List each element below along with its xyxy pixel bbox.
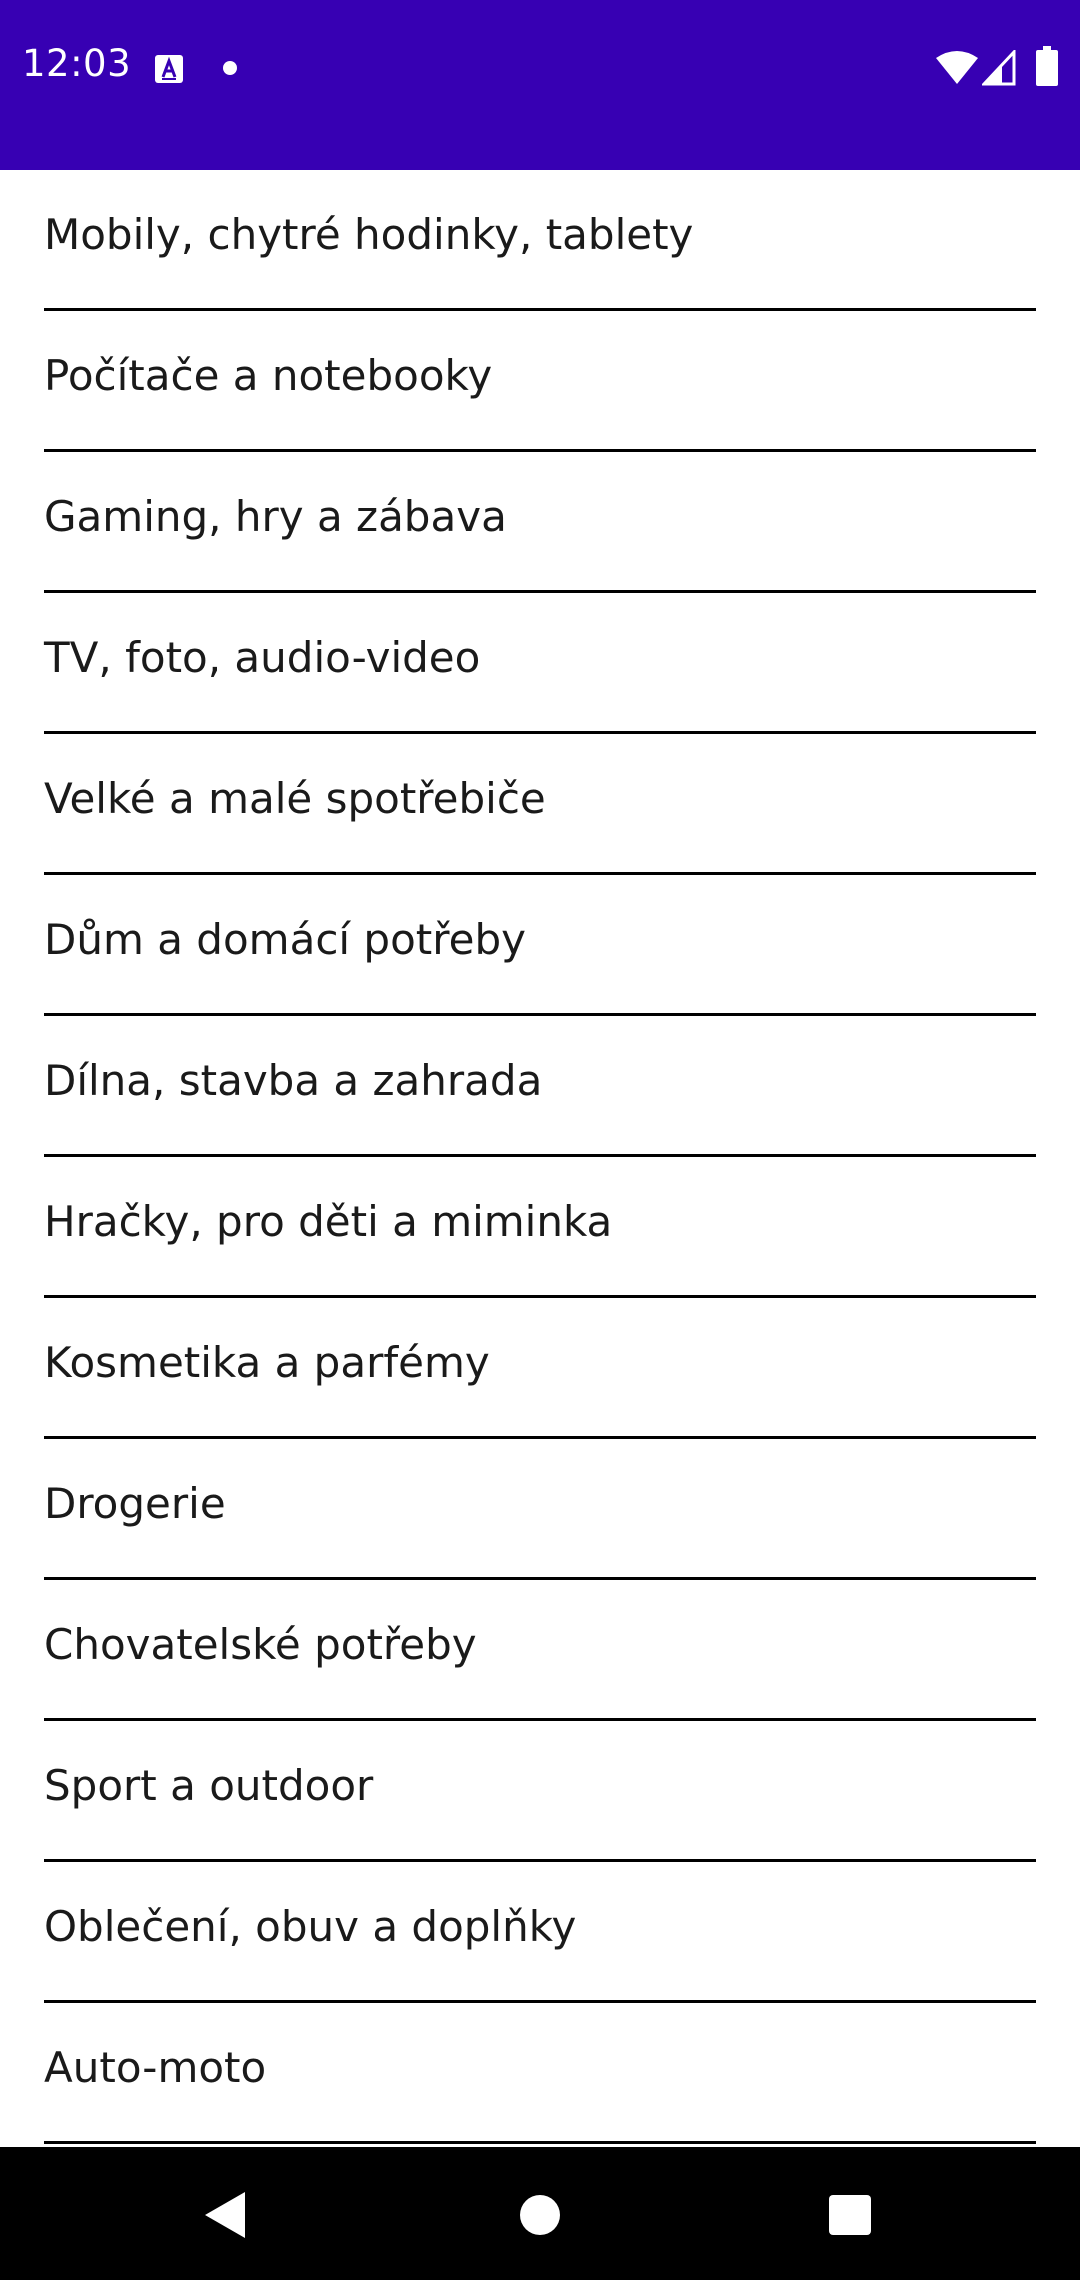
category-item[interactable]: Kosmetika a parfémy	[44, 1298, 1036, 1439]
category-item[interactable]: Gaming, hry a zábava	[44, 452, 1036, 593]
category-list: Mobily, chytré hodinky, tablety Počítače…	[0, 170, 1080, 2147]
status-time: 12:03	[22, 42, 132, 85]
back-icon[interactable]	[205, 2192, 245, 2238]
category-label: Chovatelské potřeby	[44, 1620, 477, 1669]
category-label: Počítače a notebooky	[44, 351, 493, 400]
text-a-notification-icon	[155, 55, 183, 83]
category-item[interactable]: Oblečení, obuv a doplňky	[44, 1862, 1036, 2003]
category-item[interactable]: Dům a domácí potřeby	[44, 875, 1036, 1016]
home-icon[interactable]	[520, 2195, 560, 2235]
category-label: Hračky, pro děti a miminka	[44, 1197, 613, 1246]
battery-icon	[1036, 46, 1058, 86]
category-item[interactable]: Počítače a notebooky	[44, 311, 1036, 452]
category-label: TV, foto, audio-video	[44, 633, 481, 682]
category-item[interactable]: Dílna, stavba a zahrada	[44, 1016, 1036, 1157]
category-label: Auto-moto	[44, 2043, 267, 2092]
notification-dot-icon	[223, 61, 237, 75]
recents-icon[interactable]	[829, 2195, 871, 2235]
category-label: Dům a domácí potřeby	[44, 915, 526, 964]
category-item[interactable]: TV, foto, audio-video	[44, 593, 1036, 734]
category-label: Oblečení, obuv a doplňky	[44, 1902, 577, 1951]
category-label: Velké a malé spotřebiče	[44, 774, 546, 823]
category-label: Drogerie	[44, 1479, 226, 1528]
category-item[interactable]: Auto-moto	[44, 2003, 1036, 2144]
category-label: Dílna, stavba a zahrada	[44, 1056, 543, 1105]
wifi-icon	[936, 51, 978, 84]
cell-signal-icon	[982, 50, 1016, 86]
category-item[interactable]: Hračky, pro děti a miminka	[44, 1157, 1036, 1298]
category-label: Sport a outdoor	[44, 1761, 374, 1810]
category-item[interactable]: Drogerie	[44, 1439, 1036, 1580]
category-item[interactable]: Velké a malé spotřebiče	[44, 734, 1036, 875]
category-item[interactable]: Mobily, chytré hodinky, tablety	[44, 170, 1036, 311]
category-label: Gaming, hry a zábava	[44, 492, 507, 541]
category-label: Mobily, chytré hodinky, tablety	[44, 210, 694, 259]
category-item[interactable]: Sport a outdoor	[44, 1721, 1036, 1862]
navigation-bar	[0, 2147, 1080, 2280]
category-label: Kosmetika a parfémy	[44, 1338, 490, 1387]
category-item[interactable]: Chovatelské potřeby	[44, 1580, 1036, 1721]
status-bar: 12:03	[0, 0, 1080, 170]
